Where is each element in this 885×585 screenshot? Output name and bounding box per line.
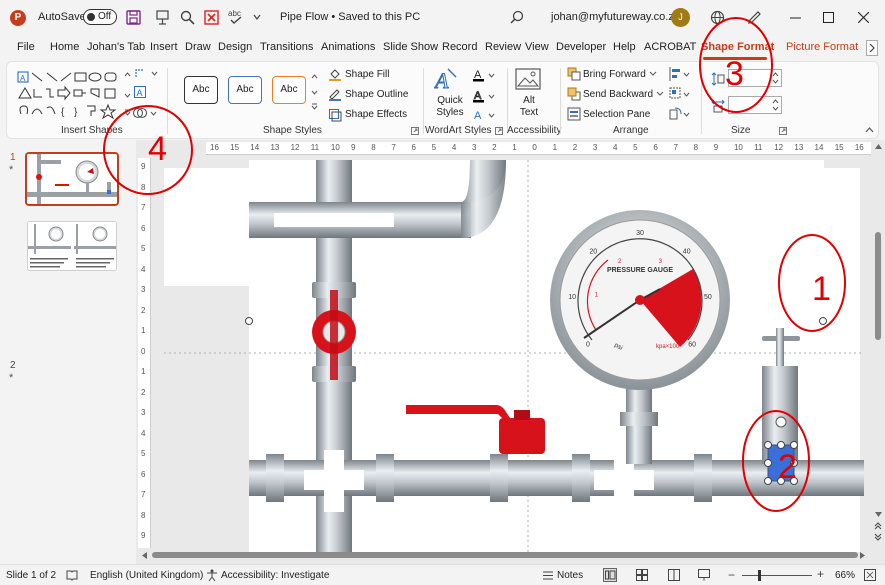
- annotation-number-1: 1: [812, 270, 831, 308]
- fit-slide-icon[interactable]: [864, 569, 876, 581]
- zoom-slider-thumb[interactable]: [758, 570, 761, 581]
- accessibility-status[interactable]: Accessibility: Investigate: [221, 570, 329, 581]
- slide-count[interactable]: Slide 1 of 2: [6, 570, 56, 581]
- annotation-number-3: 3: [725, 55, 744, 93]
- slide-sorter-icon[interactable]: [636, 569, 648, 581]
- status-bar: Slide 1 of 2 English (United Kingdom) Ac…: [0, 564, 885, 585]
- annotation-number-4: 4: [148, 130, 167, 168]
- accessibility-icon[interactable]: [206, 569, 218, 581]
- spelling-status-icon[interactable]: [66, 569, 78, 581]
- zoom-in-icon[interactable]: +: [817, 567, 824, 581]
- zoom-out-icon[interactable]: −: [728, 568, 735, 582]
- notes-button[interactable]: Notes: [557, 570, 583, 581]
- zoom-slider[interactable]: [742, 570, 812, 581]
- normal-view-icon[interactable]: [603, 568, 617, 582]
- zoom-level[interactable]: 66%: [835, 570, 855, 581]
- notes-icon[interactable]: [542, 570, 554, 581]
- annotation-number-2: 2: [778, 448, 797, 486]
- annotation-overlay: [103, 17, 846, 512]
- slideshow-view-icon[interactable]: [698, 569, 710, 581]
- annotation-ellipse-2: [742, 410, 810, 512]
- reading-view-icon[interactable]: [668, 569, 680, 581]
- language-indicator[interactable]: English (United Kingdom): [90, 570, 203, 581]
